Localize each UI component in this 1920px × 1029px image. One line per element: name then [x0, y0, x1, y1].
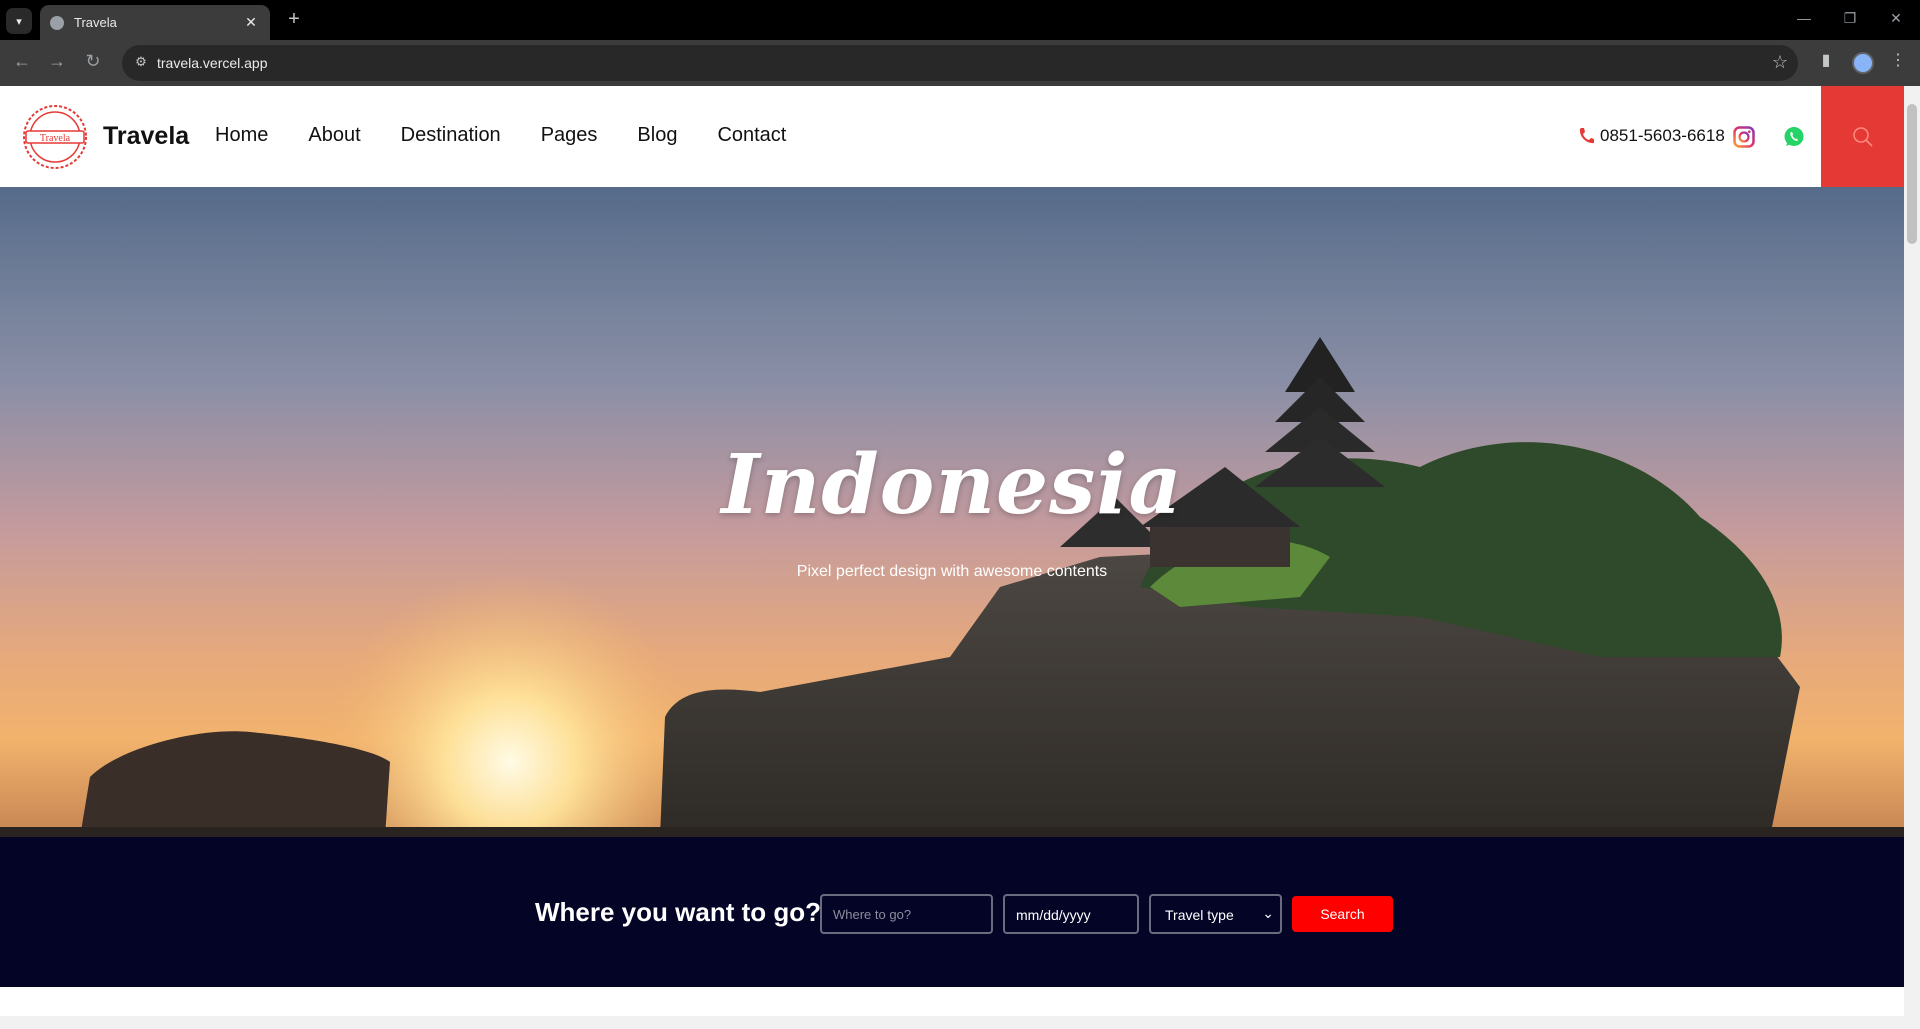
globe-icon	[50, 15, 64, 30]
page-viewport: Travela Travela Home About Destination P…	[0, 86, 1904, 1016]
nav-contact[interactable]: Contact	[717, 124, 786, 147]
main-nav: Home About Destination Pages Blog Contac…	[215, 124, 826, 147]
browser-tabbar: ▾ Travela ✕ + — ❐ ✕	[0, 0, 1920, 40]
destination-input[interactable]	[820, 894, 993, 934]
side-panel-icon[interactable]: ▮	[1816, 50, 1836, 70]
chevron-down-icon: ⌄	[1262, 905, 1274, 921]
tab-search-button[interactable]: ▾	[6, 8, 32, 34]
scrollbar-thumb[interactable]	[1907, 104, 1917, 244]
phone-icon	[1579, 128, 1594, 144]
forward-icon[interactable]: →	[46, 51, 68, 72]
restore-icon[interactable]: ❐	[1840, 10, 1860, 27]
tab-title: Travela	[74, 15, 117, 30]
browser-tab[interactable]: Travela ✕	[40, 5, 270, 40]
site-info-icon[interactable]: ⚙	[132, 54, 150, 72]
profile-avatar[interactable]	[1852, 52, 1874, 74]
back-icon[interactable]: ←	[11, 51, 33, 72]
browser-toolbar: ← → ↻ ⚙ travela.vercel.app ☆ ▮ ⋮	[0, 40, 1920, 86]
hero-section: Indonesia Pixel perfect design with awes…	[0, 187, 1904, 837]
travel-type-select[interactable]: Travel type ⌄	[1149, 894, 1282, 934]
address-bar[interactable]: ⚙ travela.vercel.app ☆	[122, 45, 1798, 81]
site-header: Travela Travela Home About Destination P…	[0, 86, 1904, 187]
hero-title: Indonesia	[721, 437, 1183, 533]
minimize-icon[interactable]: —	[1794, 10, 1814, 26]
brand-name[interactable]: Travela	[103, 122, 189, 151]
bookmark-star-icon[interactable]: ☆	[1772, 52, 1788, 73]
close-window-icon[interactable]: ✕	[1886, 10, 1906, 27]
logo-badge[interactable]: Travela	[20, 104, 90, 170]
contact-phone[interactable]: 0851-5603-6618	[1578, 126, 1725, 146]
menu-dots-icon[interactable]: ⋮	[1888, 50, 1908, 70]
hero-subtitle: Pixel perfect design with awesome conten…	[796, 563, 1108, 580]
search-band-title: Where you want to go?	[535, 897, 821, 927]
svg-text:Travela: Travela	[40, 133, 71, 144]
search-band: Where you want to go? mm/dd/yyyy Travel …	[0, 837, 1904, 987]
nav-blog[interactable]: Blog	[637, 124, 677, 147]
search-icon	[1852, 126, 1873, 147]
chevron-down-icon: ▾	[16, 15, 22, 28]
instagram-icon[interactable]	[1733, 126, 1755, 148]
phone-number: 0851-5603-6618	[1600, 126, 1725, 145]
url-text[interactable]: travela.vercel.app	[157, 55, 268, 71]
close-icon[interactable]: ✕	[242, 14, 260, 31]
horizontal-scrollbar[interactable]	[0, 1016, 1920, 1029]
new-tab-button[interactable]: +	[282, 8, 306, 31]
whatsapp-icon[interactable]	[1783, 126, 1805, 148]
header-search-button[interactable]	[1821, 86, 1904, 187]
date-input[interactable]: mm/dd/yyyy	[1003, 894, 1139, 934]
nav-home[interactable]: Home	[215, 124, 268, 147]
search-button[interactable]: Search	[1292, 896, 1393, 932]
nav-destination[interactable]: Destination	[401, 124, 501, 147]
nav-about[interactable]: About	[308, 124, 360, 147]
nav-pages[interactable]: Pages	[541, 124, 598, 147]
vertical-scrollbar[interactable]	[1904, 86, 1920, 1016]
reload-icon[interactable]: ↻	[82, 51, 104, 72]
travel-type-value: Travel type	[1165, 907, 1234, 923]
